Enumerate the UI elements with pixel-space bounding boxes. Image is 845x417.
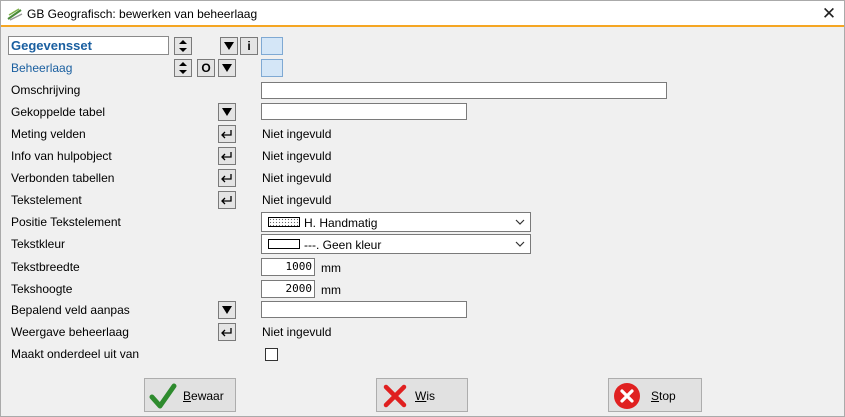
label-tekstelement: Tekstelement (11, 193, 82, 207)
unit-label: mm (321, 283, 341, 297)
verbonden-tabellen-value: Niet ingevuld (262, 171, 332, 185)
chevron-down-icon (515, 219, 525, 225)
chevron-down-icon (515, 241, 525, 247)
checkmark-icon (149, 383, 177, 409)
bepalend-veld-input[interactable] (261, 301, 467, 318)
window-title: GB Geografisch: bewerken van beheerlaag (27, 7, 258, 21)
label-meting-velden: Meting velden (11, 127, 86, 141)
stop-button-label: Stop (651, 389, 676, 403)
dialog-window: GB Geografisch: bewerken van beheerlaag … (0, 0, 845, 417)
label-tekstbreedte: Tekstbreedte (11, 260, 80, 274)
color-swatch[interactable] (261, 59, 283, 77)
color-swatch[interactable] (261, 37, 283, 55)
dropdown-icon[interactable] (218, 59, 236, 77)
teksthoogte-input[interactable]: 2000 (261, 280, 315, 298)
close-icon[interactable]: ✕ (814, 1, 844, 27)
label-omschrijving: Omschrijving (11, 83, 81, 97)
label-info-hulpobject: Info van hulpobject (11, 149, 112, 163)
dropdown-icon[interactable] (218, 103, 236, 121)
positie-selected-value: H. Handmatig (304, 216, 378, 230)
label-tekstkleur: Tekstkleur (11, 237, 66, 251)
clear-button-label: Wis (415, 389, 435, 403)
omschrijving-input[interactable] (261, 82, 667, 99)
tekstbreedte-input[interactable]: 1000 (261, 258, 315, 276)
positie-tekstelement-select[interactable]: H. Handmatig (261, 212, 531, 232)
o-button[interactable]: O (197, 59, 215, 77)
title-bar: GB Geografisch: bewerken van beheerlaag … (1, 1, 844, 27)
label-gekoppelde-tabel: Gekoppelde tabel (11, 105, 106, 119)
save-button[interactable]: Bewaar (144, 378, 236, 412)
label-maakt-onderdeel: Maakt onderdeel uit van (11, 347, 140, 361)
unit-label: mm (321, 261, 341, 275)
clear-button[interactable]: Wis (376, 378, 468, 412)
enter-arrow-icon[interactable] (218, 169, 236, 187)
label-teksthoogte: Tekshoogte (11, 282, 73, 296)
tekstkleur-select[interactable]: ---. Geen kleur (261, 234, 531, 254)
label-bepalend-veld: Bepalend veld aanpas (11, 303, 130, 317)
label-positie-tekstelement: Positie Tekstelement (11, 215, 121, 229)
meting-velden-value: Niet ingevuld (262, 127, 332, 141)
stop-icon (614, 383, 640, 409)
tekstelement-value: Niet ingevuld (262, 193, 332, 207)
stepper-updown-icon[interactable] (174, 37, 192, 55)
stop-button[interactable]: Stop (608, 378, 702, 412)
color-swatch (268, 239, 300, 249)
enter-arrow-icon[interactable] (218, 125, 236, 143)
stepper-updown-icon[interactable] (174, 59, 192, 77)
label-verbonden-tabellen: Verbonden tabellen (11, 171, 115, 185)
info-hulpobject-value: Niet ingevuld (262, 149, 332, 163)
info-button[interactable]: i (240, 37, 258, 55)
weergave-beheerlaag-value: Niet ingevuld (262, 325, 332, 339)
enter-arrow-icon[interactable] (218, 323, 236, 341)
tekstkleur-selected-value: ---. Geen kleur (304, 238, 382, 252)
x-mark-icon (383, 384, 407, 408)
save-button-label: Bewaar (183, 389, 224, 403)
pattern-swatch (268, 217, 300, 227)
dropdown-icon[interactable] (218, 301, 236, 319)
dropdown-icon[interactable] (220, 37, 238, 55)
enter-arrow-icon[interactable] (218, 191, 236, 209)
label-beheerlaag: Beheerlaag (11, 61, 73, 75)
enter-arrow-icon[interactable] (218, 147, 236, 165)
label-weergave-beheerlaag: Weergave beheerlaag (11, 325, 129, 339)
app-logo-icon (7, 8, 23, 21)
dataset-field[interactable]: Gegevensset (8, 36, 169, 55)
gekoppelde-tabel-input[interactable] (261, 103, 467, 120)
maakt-onderdeel-checkbox[interactable] (265, 348, 278, 361)
